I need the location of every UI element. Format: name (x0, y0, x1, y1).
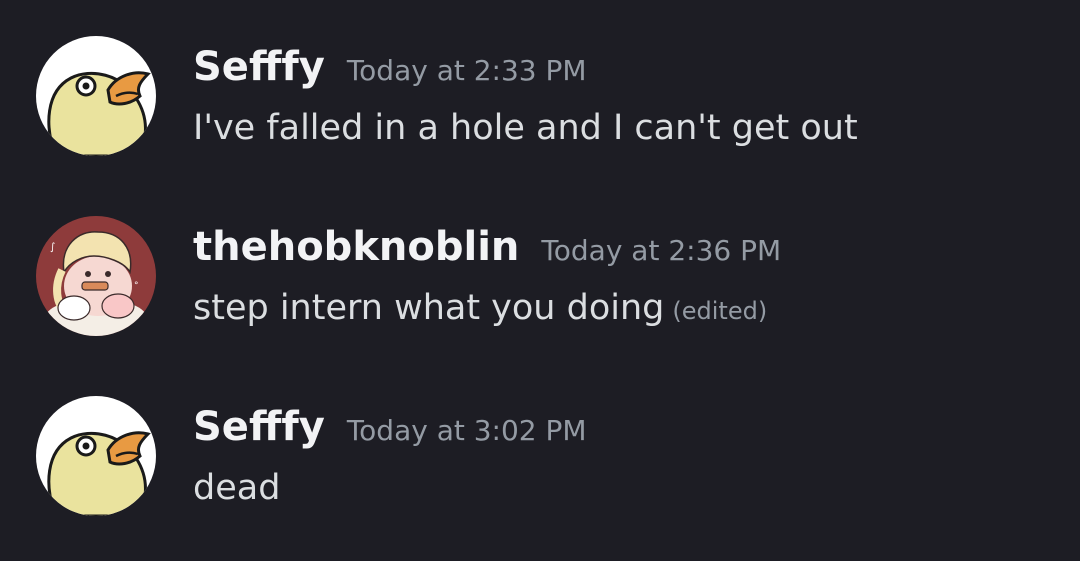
chat-message-list: Sefffy Today at 2:33 PM I've falled in a … (0, 0, 1080, 561)
message-header: thehobknoblin Today at 2:36 PM (193, 224, 781, 276)
timestamp[interactable]: Today at 3:02 PM (347, 414, 587, 447)
svg-text:°: ° (134, 281, 139, 291)
user-avatar[interactable] (36, 396, 156, 516)
message-content: dead (193, 468, 281, 508)
duck-avatar-icon (36, 396, 156, 516)
svg-text:∫: ∫ (50, 242, 55, 253)
edited-label: (edited) (672, 297, 768, 325)
timestamp[interactable]: Today at 2:36 PM (541, 234, 781, 267)
username[interactable]: Sefffy (193, 404, 325, 450)
message-item[interactable]: Sefffy Today at 2:33 PM I've falled in a … (0, 36, 1080, 166)
username[interactable]: thehobknoblin (193, 224, 519, 270)
message-item[interactable]: Sefffy Today at 3:02 PM dead (0, 396, 1080, 526)
message-header: Sefffy Today at 3:02 PM (193, 404, 587, 456)
anime-character-avatar-icon: ∫ ° (36, 216, 156, 336)
message-content: step intern what you doing (edited) (193, 288, 767, 328)
user-avatar[interactable]: ∫ ° (36, 216, 156, 336)
message-text: step intern what you doing (193, 288, 665, 328)
user-avatar[interactable] (36, 36, 156, 156)
message-content: I've falled in a hole and I can't get ou… (193, 108, 858, 148)
timestamp[interactable]: Today at 2:33 PM (347, 54, 587, 87)
message-header: Sefffy Today at 2:33 PM (193, 44, 587, 96)
duck-avatar-icon (36, 36, 156, 156)
message-item[interactable]: ∫ ° thehobknoblin Today at 2:36 PM step i… (0, 216, 1080, 346)
username[interactable]: Sefffy (193, 44, 325, 90)
